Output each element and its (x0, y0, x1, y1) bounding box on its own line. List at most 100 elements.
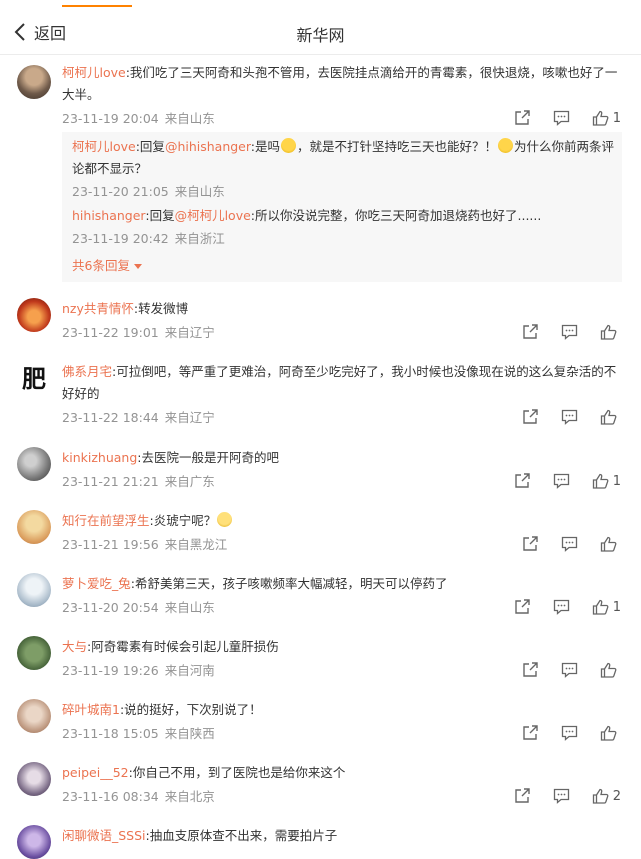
like-button[interactable] (600, 324, 621, 340)
username[interactable]: 柯柯儿love (72, 139, 136, 154)
reply-button[interactable] (561, 725, 578, 741)
reply-meta: 23-11-20 21:05 来自山东 (72, 184, 225, 199)
comment-text: peipei__52:你自己不用，到了医院也是给你来这个 (62, 765, 346, 780)
thumbs-up-icon (592, 788, 609, 804)
avatar[interactable] (17, 636, 51, 670)
username[interactable]: nzy共青情怀 (62, 301, 134, 316)
mention-link[interactable]: @柯柯儿love (175, 208, 251, 223)
reply-button[interactable] (553, 473, 570, 489)
username[interactable]: 知行在前望浮生 (62, 513, 150, 528)
comment-icon (561, 324, 578, 340)
more-replies-link[interactable]: 共6条回复 (62, 255, 622, 274)
comment-text: 知行在前望浮生:炎琥宁呢？ (62, 510, 622, 532)
share-icon (523, 409, 538, 424)
username[interactable]: hihishanger (72, 208, 145, 223)
like-button[interactable]: 1 (592, 110, 621, 126)
share-button[interactable] (522, 409, 539, 425)
comment-icon (561, 409, 578, 425)
thumbs-up-icon (592, 599, 609, 615)
like-button[interactable] (600, 662, 621, 678)
username[interactable]: 萝卜爱吃_兔 (62, 576, 131, 591)
like-count: 1 (612, 599, 621, 615)
share-icon (515, 788, 530, 803)
header: 返回 新华网 (0, 10, 641, 55)
share-button[interactable] (522, 536, 539, 552)
like-count: 1 (612, 473, 621, 489)
like-button[interactable]: 1 (592, 473, 621, 489)
comment-actions: 1 (492, 471, 621, 491)
avatar[interactable] (17, 447, 51, 481)
reply-item: hihishanger:回复@柯柯儿love:所以你没说完整，你吃三天阿奇加退烧… (62, 200, 622, 247)
username[interactable]: peipei__52 (62, 765, 129, 780)
like-button[interactable] (600, 536, 621, 552)
reply-button[interactable] (553, 788, 570, 804)
username[interactable]: kinkizhuang (62, 450, 137, 465)
thumbs-up-icon (600, 536, 617, 552)
comment-actions (500, 723, 621, 743)
comment-icon (561, 662, 578, 678)
avatar[interactable] (17, 762, 51, 796)
comment-text: 大与:阿奇霉素有时候会引起儿童肝损伤 (62, 639, 279, 654)
share-button[interactable] (514, 599, 531, 615)
thumbs-up-icon (592, 110, 609, 126)
like-button[interactable]: 2 (592, 788, 621, 804)
share-button[interactable] (514, 473, 531, 489)
avatar[interactable] (17, 699, 51, 733)
comment-icon (553, 473, 569, 489)
reply-button[interactable] (561, 536, 578, 552)
avatar[interactable] (17, 573, 51, 607)
thumbs-up-icon (600, 409, 617, 425)
share-icon (523, 324, 538, 339)
like-button[interactable]: 1 (592, 599, 621, 615)
emoji-icon (281, 138, 297, 153)
reply-meta: 23-11-19 20:42 来自浙江 (72, 231, 225, 246)
reply-text: 柯柯儿love:回复@hihishanger:是吗 ，就是不打针坚持吃三天也能好？… (72, 138, 615, 176)
share-button[interactable] (522, 662, 539, 678)
mention-link[interactable]: @hihishanger (165, 139, 251, 154)
comment-icon (561, 725, 578, 741)
username[interactable]: 碎叶城南1 (62, 702, 120, 717)
comment-actions: 2 (492, 786, 621, 806)
comment-text: 碎叶城南1:说的挺好，下次别说了！ (62, 702, 262, 717)
share-button[interactable] (514, 788, 531, 804)
top-tab-indicator (62, 5, 132, 7)
share-button[interactable] (514, 110, 531, 126)
replies-box: 柯柯儿love:回复@hihishanger:是吗 ，就是不打针坚持吃三天也能好？… (62, 132, 622, 282)
share-icon (515, 473, 530, 488)
reply-item: 柯柯儿love:回复@hihishanger:是吗 ，就是不打针坚持吃三天也能好？… (62, 132, 622, 200)
avatar[interactable] (17, 510, 51, 544)
reply-button[interactable] (561, 409, 578, 425)
reply-button[interactable] (553, 599, 570, 615)
share-icon (515, 110, 530, 125)
comment-icon (561, 536, 578, 552)
reply-button[interactable] (553, 110, 570, 126)
avatar-glyph-icon: 肥 (17, 361, 51, 395)
avatar[interactable] (17, 298, 51, 332)
emoji-icon (498, 138, 514, 153)
username[interactable]: 佛系月宅 (62, 364, 112, 379)
share-icon (523, 536, 538, 551)
svg-text:肥: 肥 (22, 364, 46, 393)
username[interactable]: 大与 (62, 639, 87, 654)
thumbs-up-icon (592, 473, 609, 489)
username[interactable]: 柯柯儿love (62, 65, 126, 80)
comment-text: 柯柯儿love:我们吃了三天阿奇和头孢不管用，去医院挂点滴给开的青霉素，很快退烧… (62, 65, 618, 102)
reply-button[interactable] (561, 324, 578, 340)
comment-icon (553, 599, 569, 615)
thumbs-up-icon (600, 324, 617, 340)
comment-icon (553, 110, 569, 126)
like-button[interactable] (600, 409, 621, 425)
comment-text: 佛系月宅:可拉倒吧，等严重了更难治，阿奇至少吃完好了，我小时候也没像现在说的这么… (62, 364, 617, 401)
share-button[interactable] (522, 725, 539, 741)
reply-button[interactable] (561, 662, 578, 678)
username[interactable]: 闲聊微语_SSSi (62, 828, 146, 843)
share-icon (515, 599, 530, 614)
share-button[interactable] (522, 324, 539, 340)
comment-actions: 1 (492, 597, 621, 617)
comment-actions (500, 322, 621, 342)
avatar[interactable]: 肥 (17, 361, 51, 395)
avatar[interactable] (17, 65, 51, 99)
like-button[interactable] (600, 725, 621, 741)
avatar[interactable] (17, 825, 51, 859)
comment-text: nzy共青情怀:转发微博 (62, 301, 189, 316)
